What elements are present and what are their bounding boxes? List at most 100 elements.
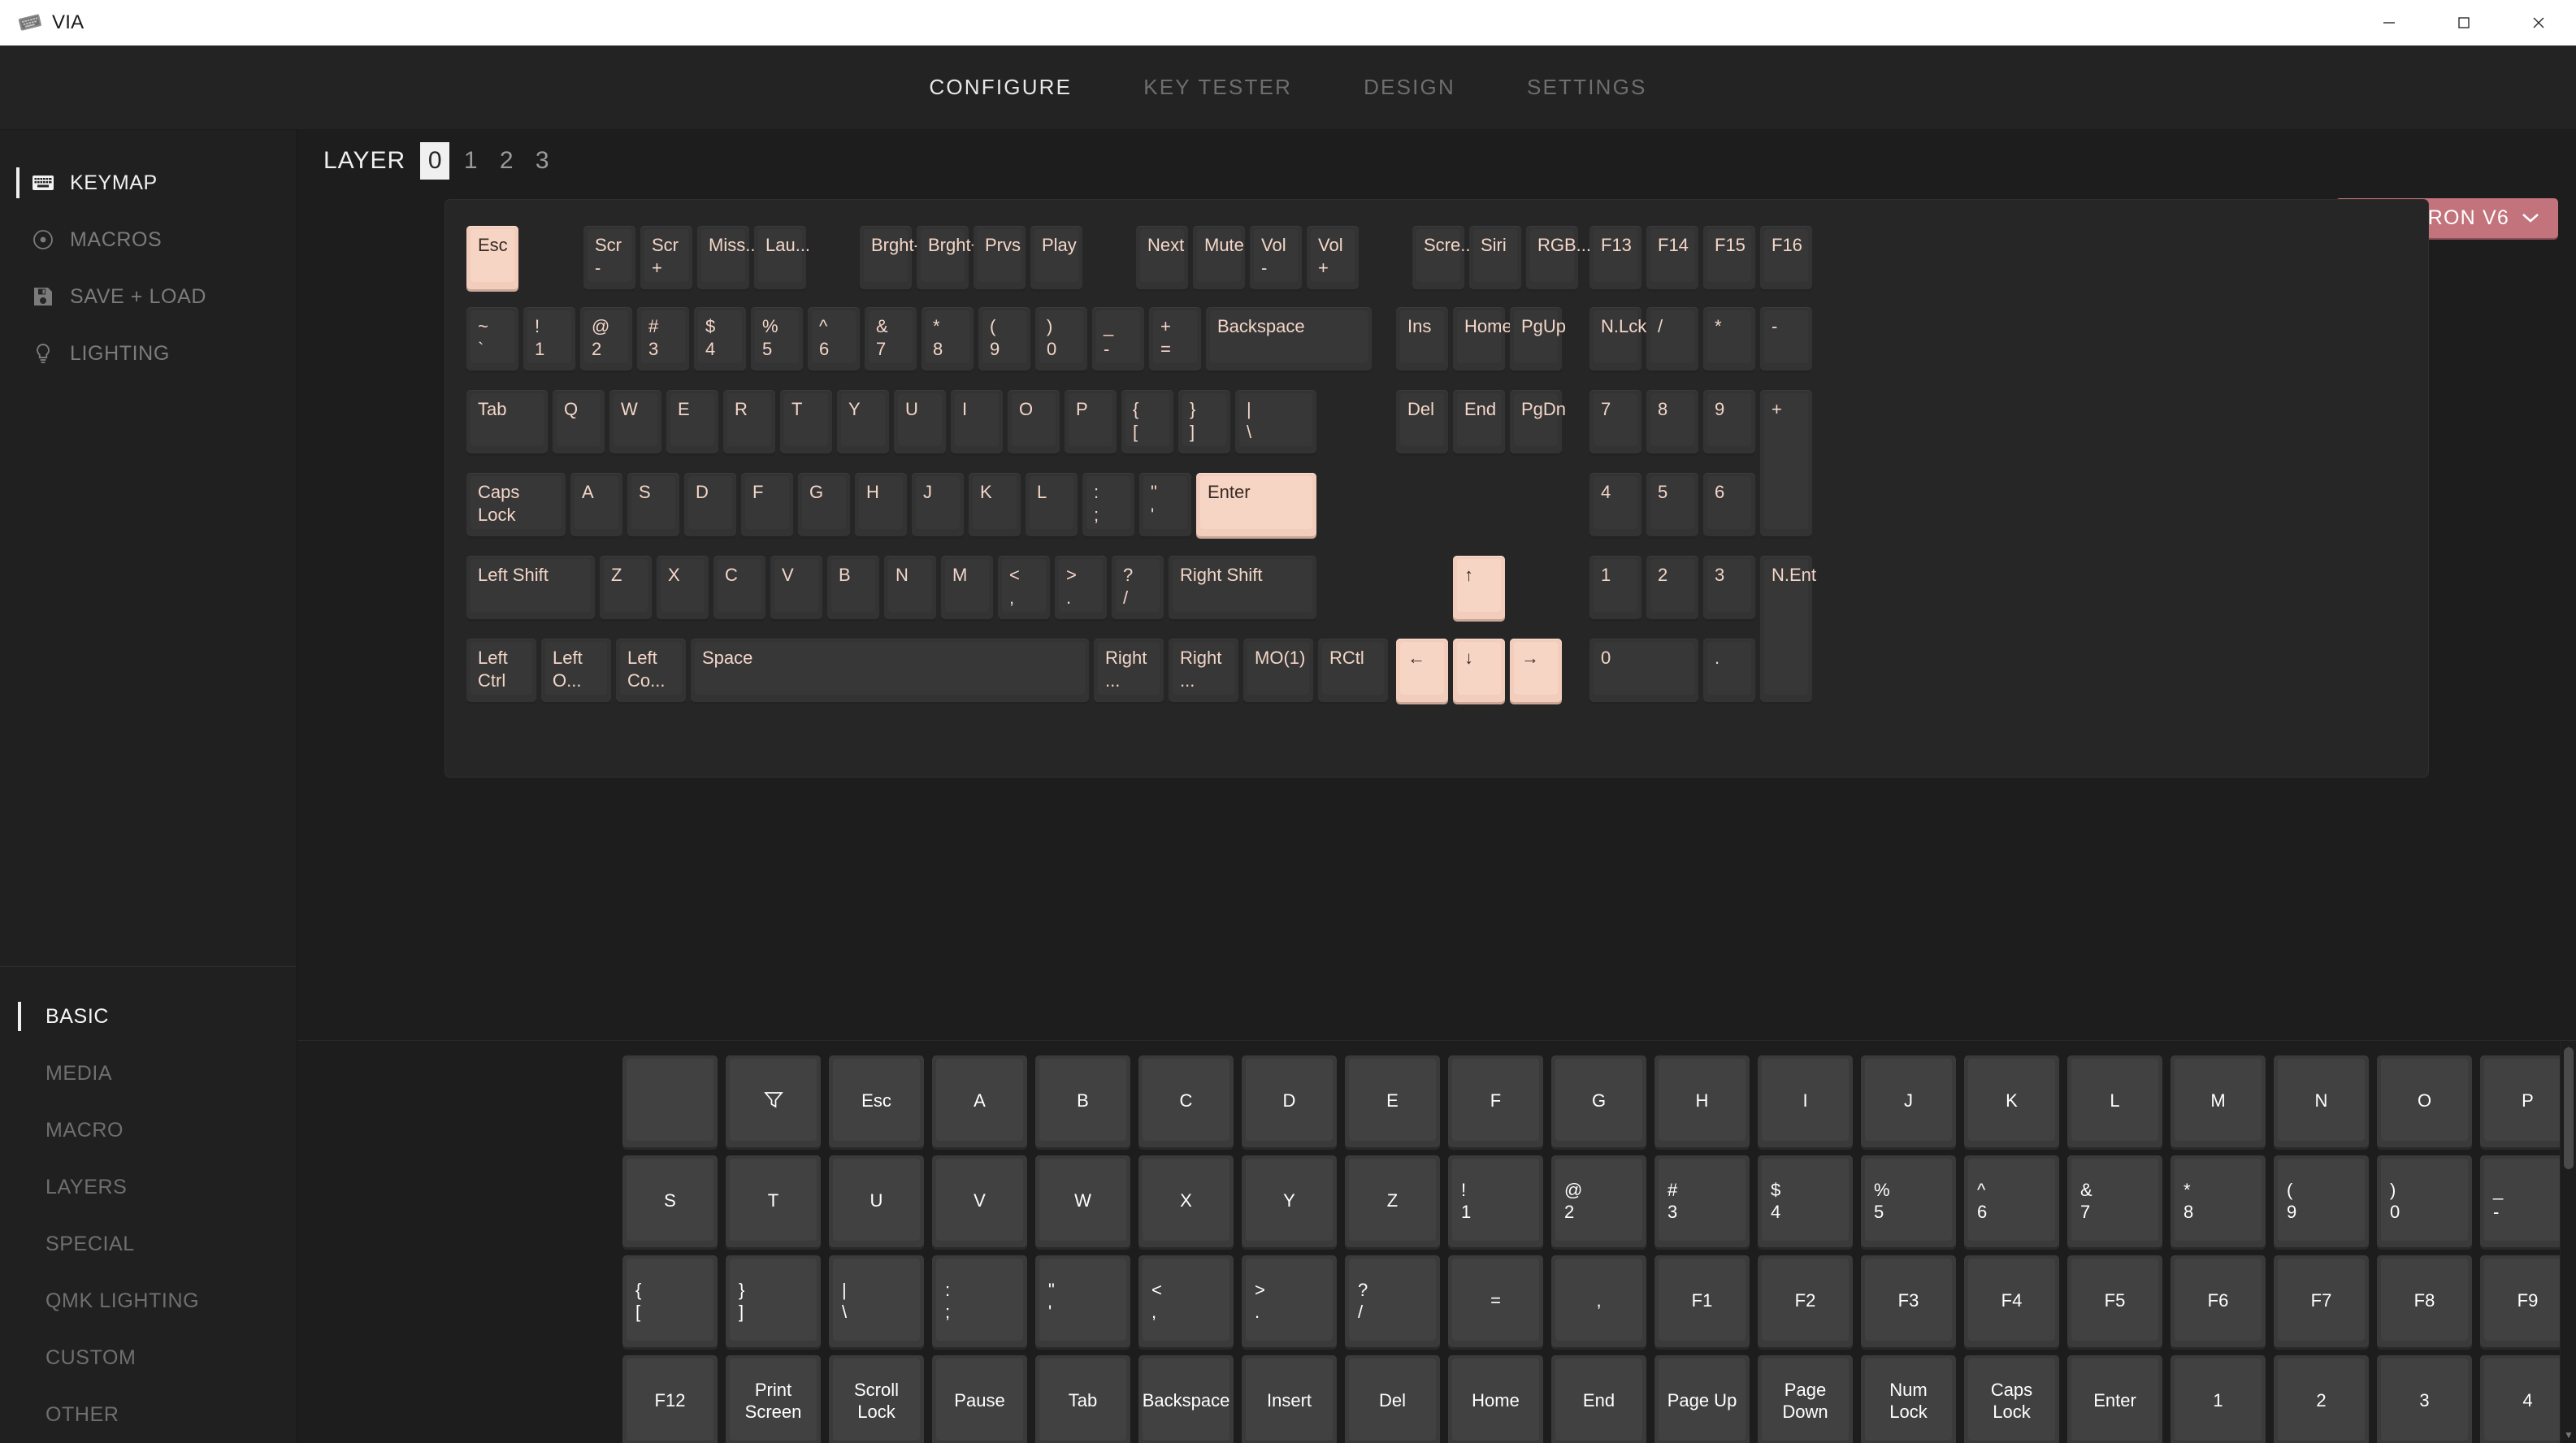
picker-key-k[interactable]: K	[1964, 1055, 2059, 1147]
keyboard-key-scr+[interactable]: Scr +	[640, 226, 692, 289]
category-macro[interactable]: MACRO	[0, 1102, 297, 1159]
picker-key-x[interactable]: X	[1138, 1155, 1234, 1247]
picker-key--8[interactable]: * 8	[2171, 1155, 2266, 1247]
keyboard-key--9[interactable]: ( 9	[978, 307, 1030, 370]
picker-key--3[interactable]: # 3	[1654, 1155, 1750, 1247]
keyboard-key-s[interactable]: S	[627, 473, 679, 536]
keyboard-key--8[interactable]: * 8	[922, 307, 974, 370]
picker-key--[interactable]: { [	[622, 1255, 718, 1347]
picker-key-y[interactable]: Y	[1242, 1155, 1337, 1247]
keyboard-key-r[interactable]: R	[723, 390, 775, 453]
picker-key--[interactable]: : ;	[932, 1255, 1027, 1347]
picker-key-j[interactable]: J	[1861, 1055, 1956, 1147]
category-media[interactable]: MEDIA	[0, 1045, 297, 1102]
picker-key-f12[interactable]: F12	[622, 1355, 718, 1443]
picker-key-f5[interactable]: F5	[2067, 1255, 2162, 1347]
tab-key-tester[interactable]: KEY TESTER	[1132, 70, 1303, 105]
picker-key-g[interactable]: G	[1551, 1055, 1646, 1147]
picker-key--6[interactable]: ^ 6	[1964, 1155, 2059, 1247]
keyboard-key-del[interactable]: Del	[1396, 390, 1448, 453]
keyboard-key-2[interactable]: 2	[1646, 556, 1698, 619]
sidebar-item-lighting[interactable]: LIGHTING	[0, 325, 297, 382]
keyboard-key--[interactable]: -	[1760, 307, 1812, 370]
sidebar-item-keymap[interactable]: KEYMAP	[0, 154, 297, 211]
picker-key-f6[interactable]: F6	[2171, 1255, 2266, 1347]
picker-key-caps-lock[interactable]: Caps Lock	[1964, 1355, 2059, 1443]
keyboard-key-rctl[interactable]: RCtl	[1318, 639, 1388, 702]
keyboard-key-m[interactable]: M	[941, 556, 993, 619]
keyboard-key--6[interactable]: ^ 6	[808, 307, 860, 370]
keyboard-key-j[interactable]: J	[912, 473, 964, 536]
picker-key-blank[interactable]	[622, 1055, 718, 1147]
picker-key-f4[interactable]: F4	[1964, 1255, 2059, 1347]
keyboard-key-play[interactable]: Play	[1030, 226, 1082, 289]
picker-key--[interactable]: < ,	[1138, 1255, 1234, 1347]
keyboard-key-e[interactable]: E	[666, 390, 718, 453]
keyboard-key-leftco[interactable]: Left Co...	[616, 639, 686, 702]
keyboard-key-vol+[interactable]: Vol +	[1307, 226, 1359, 289]
picker-key-backspace[interactable]: Backspace	[1138, 1355, 1234, 1443]
category-special[interactable]: SPECIAL	[0, 1216, 297, 1272]
keyboard-key--[interactable]: | \	[1235, 390, 1316, 453]
picker-key-print-screen[interactable]: Print Screen	[726, 1355, 821, 1443]
keyboard-key-6[interactable]: 6	[1703, 473, 1755, 536]
keyboard-key---[interactable]: _ -	[1092, 307, 1144, 370]
picker-key--[interactable]: " '	[1035, 1255, 1130, 1347]
keyboard-key-mute[interactable]: Mute	[1193, 226, 1245, 289]
picker-key-f3[interactable]: F3	[1861, 1255, 1956, 1347]
keyboard-key-next[interactable]: Next	[1136, 226, 1188, 289]
picker-key--5[interactable]: % 5	[1861, 1155, 1956, 1247]
sidebar-item-save-load[interactable]: SAVE + LOAD	[0, 268, 297, 325]
keyboard-key-3[interactable]: 3	[1703, 556, 1755, 619]
picker-key-blank[interactable]: ,	[1551, 1255, 1646, 1347]
picker-key-s[interactable]: S	[622, 1155, 718, 1247]
picker-key--0[interactable]: ) 0	[2377, 1155, 2472, 1247]
keyboard-key-1[interactable]: 1	[1589, 556, 1641, 619]
keyboard-key-t[interactable]: T	[780, 390, 832, 453]
picker-key-end[interactable]: End	[1551, 1355, 1646, 1443]
picker-key-1[interactable]: 1	[2171, 1355, 2266, 1443]
picker-key-n[interactable]: N	[2274, 1055, 2369, 1147]
keyboard-key-pgup[interactable]: PgUp	[1510, 307, 1566, 370]
keyboard-key--7[interactable]: & 7	[865, 307, 917, 370]
picker-key-enter[interactable]: Enter	[2067, 1355, 2162, 1443]
picker-key-tab[interactable]: Tab	[1035, 1355, 1130, 1443]
picker-key-d[interactable]: D	[1242, 1055, 1337, 1147]
category-other[interactable]: OTHER	[0, 1386, 297, 1443]
picker-key--[interactable]: | \	[829, 1255, 924, 1347]
keyboard-key-k[interactable]: K	[969, 473, 1021, 536]
picker-key-page-down[interactable]: Page Down	[1758, 1355, 1853, 1443]
picker-key-insert[interactable]: Insert	[1242, 1355, 1337, 1443]
tab-settings[interactable]: SETTINGS	[1516, 70, 1659, 105]
keyboard-key-b[interactable]: B	[827, 556, 879, 619]
keyboard-key-backspace[interactable]: Backspace	[1206, 307, 1372, 370]
keyboard-key-f16[interactable]: F16	[1760, 226, 1812, 289]
keyboard-key-7[interactable]: 7	[1589, 390, 1641, 453]
keyboard-key-f[interactable]: F	[741, 473, 793, 536]
scrollbar-thumb[interactable]	[2564, 1047, 2574, 1169]
layer-tab-3[interactable]: 3	[527, 142, 557, 180]
picker-key-f2[interactable]: F2	[1758, 1255, 1853, 1347]
picker-key-u[interactable]: U	[829, 1155, 924, 1247]
keyboard-key--[interactable]: < ,	[998, 556, 1050, 619]
keyboard-key-miss[interactable]: Miss...	[697, 226, 761, 289]
category-custom[interactable]: CUSTOM	[0, 1329, 297, 1386]
picker-scrollbar[interactable]: ▲ ▼	[2560, 1041, 2576, 1443]
keyboard-key-enter[interactable]: Enter	[1196, 473, 1316, 536]
keyboard-key-scre[interactable]: Scre...	[1412, 226, 1476, 289]
keyboard-key-rightshift[interactable]: Right Shift	[1169, 556, 1316, 619]
keyboard-key-ins[interactable]: Ins	[1396, 307, 1448, 370]
keyboard-key-l[interactable]: L	[1026, 473, 1078, 536]
keyboard-key-o[interactable]: O	[1008, 390, 1060, 453]
keyboard-key--1[interactable]: ! 1	[523, 307, 575, 370]
keyboard-key-key[interactable]: *	[1703, 307, 1755, 370]
keyboard-key-home[interactable]: Home	[1453, 307, 1512, 370]
picker-key-home[interactable]: Home	[1448, 1355, 1543, 1443]
keyboard-key--2[interactable]: @ 2	[580, 307, 632, 370]
keyboard-key-key[interactable]: .	[1703, 639, 1755, 702]
keyboard-key-c[interactable]: C	[713, 556, 765, 619]
keyboard-key-f13[interactable]: F13	[1589, 226, 1641, 289]
keyboard-key-u[interactable]: U	[894, 390, 946, 453]
keyboard-key-space[interactable]: Space	[691, 639, 1089, 702]
keyboard-key-key[interactable]: →	[1510, 639, 1562, 702]
